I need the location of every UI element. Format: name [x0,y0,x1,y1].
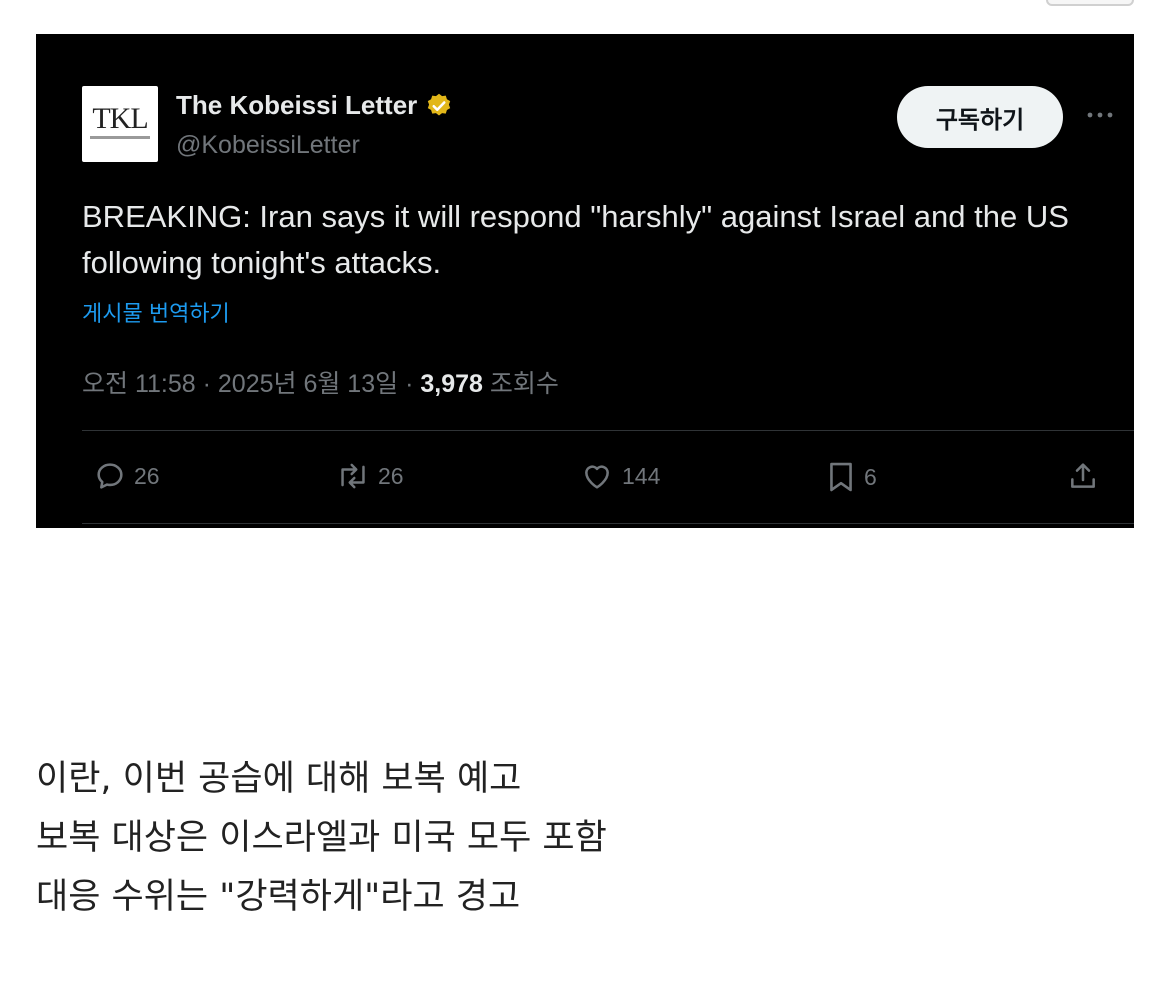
author-name-row: The Kobeissi Letter [176,90,453,121]
caption-line: 대응 수위는 "강력하게"라고 경고 [36,877,521,917]
tweet-date[interactable]: 2025년 6월 13일 [218,370,398,398]
repost-icon [341,463,365,489]
share-icon [1071,463,1095,488]
avatar-logo-text: TKL [92,102,148,135]
reply-count: 26 [134,462,160,489]
follow-button[interactable]: 구독하기 [897,86,1063,148]
caption-text: 이란, 이번 공습에 대해 보복 예고 보복 대상은 이스라엘과 미국 모두 포… [36,750,607,927]
heart-icon [585,465,609,489]
translate-post-link[interactable]: 게시물 번역하기 [82,296,230,328]
repost-count: 26 [378,462,404,489]
bookmark-count: 6 [864,463,877,490]
tweet-card: TKL The Kobeissi Letter @KobeissiLetter … [36,34,1134,528]
tweet-time[interactable]: 오전 11:58 [82,370,196,398]
tweet-meta: 오전 11:58 · 2025년 6월 13일 · 3,978 조회수 [82,364,559,400]
top-corner-element [1046,0,1134,6]
meta-separator: · [405,370,421,398]
divider [82,430,1134,431]
avatar[interactable]: TKL [82,86,158,162]
share-button[interactable] [1067,460,1099,492]
bookmark-icon [830,462,852,492]
author-name[interactable]: The Kobeissi Letter [176,90,417,121]
repost-button[interactable]: 26 [336,460,404,492]
divider [82,523,1134,524]
more-options-icon[interactable] [1082,100,1118,130]
bookmark-button[interactable]: 6 [826,460,877,494]
avatar-logo-line [90,136,150,139]
views-label: 조회수 [489,370,559,398]
caption-line: 이란, 이번 공습에 대해 보복 예고 [36,759,522,799]
verified-badge-icon [425,92,453,120]
like-button[interactable]: 144 [580,460,660,492]
reply-icon [97,463,123,489]
like-count: 144 [622,462,661,489]
reply-button[interactable]: 26 [94,460,160,492]
caption-line: 보복 대상은 이스라엘과 미국 모두 포함 [36,818,607,858]
author-handle[interactable]: @KobeissiLetter [176,131,360,160]
views-count: 3,978 [420,370,483,398]
tweet-text: BREAKING: Iran says it will respond "har… [82,199,1069,280]
meta-separator: · [202,370,218,398]
